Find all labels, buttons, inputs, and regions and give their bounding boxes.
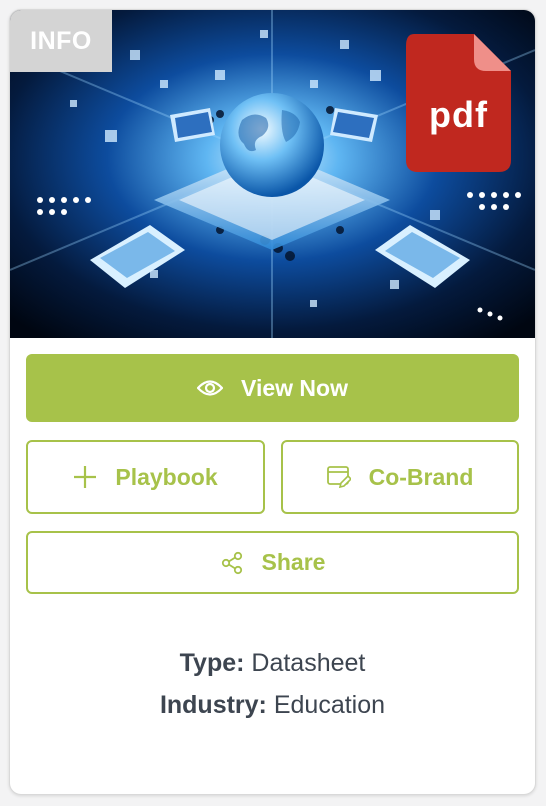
resource-card: INFO pdf View Now Playbook Co-Brand Shar… [9, 9, 536, 795]
co-brand-label: Co-Brand [368, 463, 474, 490]
edit-document-icon [326, 465, 351, 489]
type-label: Type: [179, 649, 245, 677]
view-now-button[interactable]: View Now [26, 354, 519, 422]
eye-icon [197, 379, 224, 397]
pdf-label: pdf [429, 94, 488, 135]
share-button[interactable]: Share [26, 531, 519, 594]
industry-row: Industry: Education [10, 684, 535, 726]
type-row: Type: Datasheet [10, 642, 535, 684]
info-badge: INFO [10, 10, 112, 72]
view-now-label: View Now [241, 374, 348, 401]
industry-label: Industry: [159, 691, 267, 719]
share-label: Share [261, 549, 326, 575]
share-icon [220, 551, 244, 575]
type-value: Datasheet [251, 649, 366, 677]
resource-details: Type: Datasheet Industry: Education [10, 642, 535, 726]
plus-icon [73, 465, 97, 489]
resource-thumbnail[interactable]: INFO pdf [10, 10, 535, 338]
co-brand-button[interactable]: Co-Brand [281, 440, 519, 514]
playbook-label: Playbook [115, 463, 218, 490]
industry-value: Education [273, 691, 386, 719]
add-to-playbook-button[interactable]: Playbook [26, 440, 265, 514]
